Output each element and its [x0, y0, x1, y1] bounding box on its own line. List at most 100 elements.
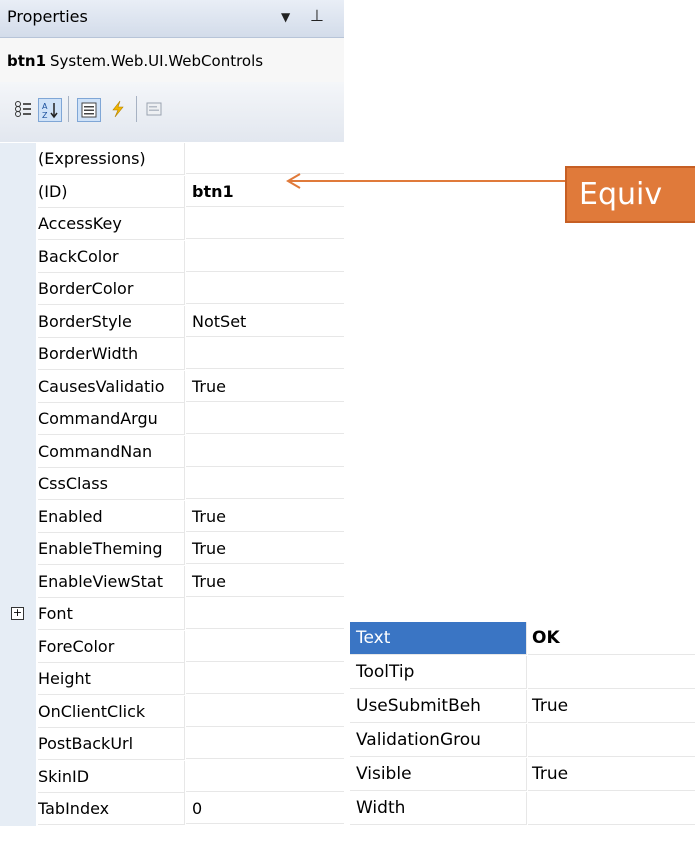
property-row[interactable]: Width: [350, 792, 695, 826]
property-name: BackColor: [38, 240, 185, 273]
property-row[interactable]: ToolTip: [350, 656, 695, 690]
object-selector[interactable]: btn1 System.Web.UI.WebControls: [0, 38, 344, 82]
property-row[interactable]: BackColor: [0, 240, 344, 273]
property-row[interactable]: OnClientClick: [0, 695, 344, 728]
property-value[interactable]: [186, 696, 344, 727]
property-row[interactable]: Height: [0, 663, 344, 696]
categorized-icon: [15, 101, 31, 117]
property-value[interactable]: [528, 724, 695, 757]
property-value[interactable]: True: [186, 501, 344, 532]
property-row[interactable]: ValidationGrou: [350, 724, 695, 758]
property-value[interactable]: [186, 143, 344, 174]
sort-az-icon: A Z: [42, 102, 58, 119]
svg-text:A: A: [42, 102, 48, 111]
property-row[interactable]: CssClass: [0, 468, 344, 501]
property-value[interactable]: [186, 663, 344, 694]
property-row[interactable]: EnableTheming True: [0, 533, 344, 566]
property-row[interactable]: ForeColor: [0, 630, 344, 663]
property-row[interactable]: AccessKey: [0, 208, 344, 241]
property-value[interactable]: True: [186, 566, 344, 597]
property-row[interactable]: Enabled True: [0, 500, 344, 533]
row-margin: [0, 273, 36, 306]
properties-toolbar: A Z: [0, 82, 344, 142]
property-row[interactable]: BorderStyle NotSet: [0, 305, 344, 338]
property-name: CommandNan: [38, 435, 185, 468]
property-row[interactable]: PostBackUrl: [0, 728, 344, 761]
row-margin: [0, 370, 36, 403]
property-value[interactable]: [186, 403, 344, 434]
properties-button[interactable]: [77, 98, 101, 122]
property-row[interactable]: SkinID: [0, 760, 344, 793]
property-row[interactable]: Visible True: [350, 758, 695, 792]
property-row[interactable]: BorderColor: [0, 273, 344, 306]
callout-box: Equiv: [565, 166, 695, 223]
property-row[interactable]: (Expressions): [0, 143, 344, 176]
property-value[interactable]: 0: [186, 793, 344, 824]
property-value[interactable]: [528, 656, 695, 689]
property-row[interactable]: CommandArgu: [0, 403, 344, 436]
property-name: ToolTip: [350, 656, 527, 689]
property-row[interactable]: TabIndex 0: [0, 793, 344, 826]
toolbar-separator: [68, 96, 69, 122]
property-value[interactable]: NotSet: [186, 306, 344, 337]
row-margin: [0, 240, 36, 273]
property-value[interactable]: [186, 338, 344, 369]
panel-titlebar: Properties ▼ ⊥: [0, 0, 344, 38]
property-name: Font: [38, 598, 185, 630]
row-margin: [0, 630, 36, 663]
property-name: CssClass: [38, 468, 185, 500]
property-value[interactable]: [186, 468, 344, 499]
property-value[interactable]: [528, 792, 695, 825]
panel-title: Properties: [7, 7, 88, 26]
property-value[interactable]: [186, 208, 344, 239]
property-row[interactable]: + Font: [0, 598, 344, 631]
triangle-down-icon[interactable]: ▼: [281, 10, 290, 24]
row-margin: [0, 728, 36, 761]
property-row[interactable]: (ID) btn1: [0, 175, 344, 208]
property-pages-button[interactable]: [143, 98, 165, 120]
row-margin: [0, 663, 36, 696]
row-margin: [0, 565, 36, 598]
row-margin: +: [0, 598, 36, 631]
toolbar-separator: [136, 96, 137, 122]
property-row[interactable]: UseSubmitBeh True: [350, 690, 695, 724]
property-value[interactable]: True: [528, 690, 695, 723]
pin-icon[interactable]: ⊥: [310, 6, 324, 25]
events-button[interactable]: [107, 98, 129, 120]
property-row[interactable]: Text OK: [350, 622, 695, 656]
property-name: (Expressions): [38, 143, 185, 175]
property-value[interactable]: [186, 761, 344, 792]
property-name: (ID): [38, 175, 185, 208]
property-value[interactable]: [186, 598, 344, 629]
property-name: Text: [350, 622, 527, 655]
property-value[interactable]: True: [186, 371, 344, 402]
row-margin: [0, 468, 36, 501]
expand-icon[interactable]: +: [11, 607, 24, 620]
property-value[interactable]: [186, 728, 344, 759]
property-name: EnableTheming: [38, 533, 185, 565]
property-value[interactable]: True: [186, 533, 344, 564]
property-row[interactable]: BorderWidth: [0, 338, 344, 371]
property-grid: (Expressions) (ID) btn1 AccessKey BackColor B…: [0, 143, 344, 826]
property-name: BorderColor: [38, 273, 185, 305]
property-pages-icon: [146, 102, 162, 116]
property-value[interactable]: [186, 273, 344, 304]
property-value[interactable]: OK: [528, 622, 695, 655]
property-value[interactable]: btn1: [186, 176, 344, 207]
row-margin: [0, 403, 36, 436]
property-value[interactable]: [186, 241, 344, 272]
property-value[interactable]: [186, 436, 344, 467]
lightning-icon: [112, 100, 124, 118]
property-row[interactable]: CommandNan: [0, 435, 344, 468]
property-value[interactable]: [186, 631, 344, 662]
property-row[interactable]: EnableViewStat True: [0, 565, 344, 598]
property-row[interactable]: CausesValidatio True: [0, 370, 344, 403]
property-name: SkinID: [38, 760, 185, 793]
alphabetical-button[interactable]: A Z: [38, 98, 62, 122]
property-name: OnClientClick: [38, 695, 185, 728]
categorized-button[interactable]: [12, 98, 34, 120]
row-margin: [0, 338, 36, 371]
property-name: UseSubmitBeh: [350, 690, 527, 723]
row-margin: [0, 760, 36, 793]
property-value[interactable]: True: [528, 758, 695, 791]
